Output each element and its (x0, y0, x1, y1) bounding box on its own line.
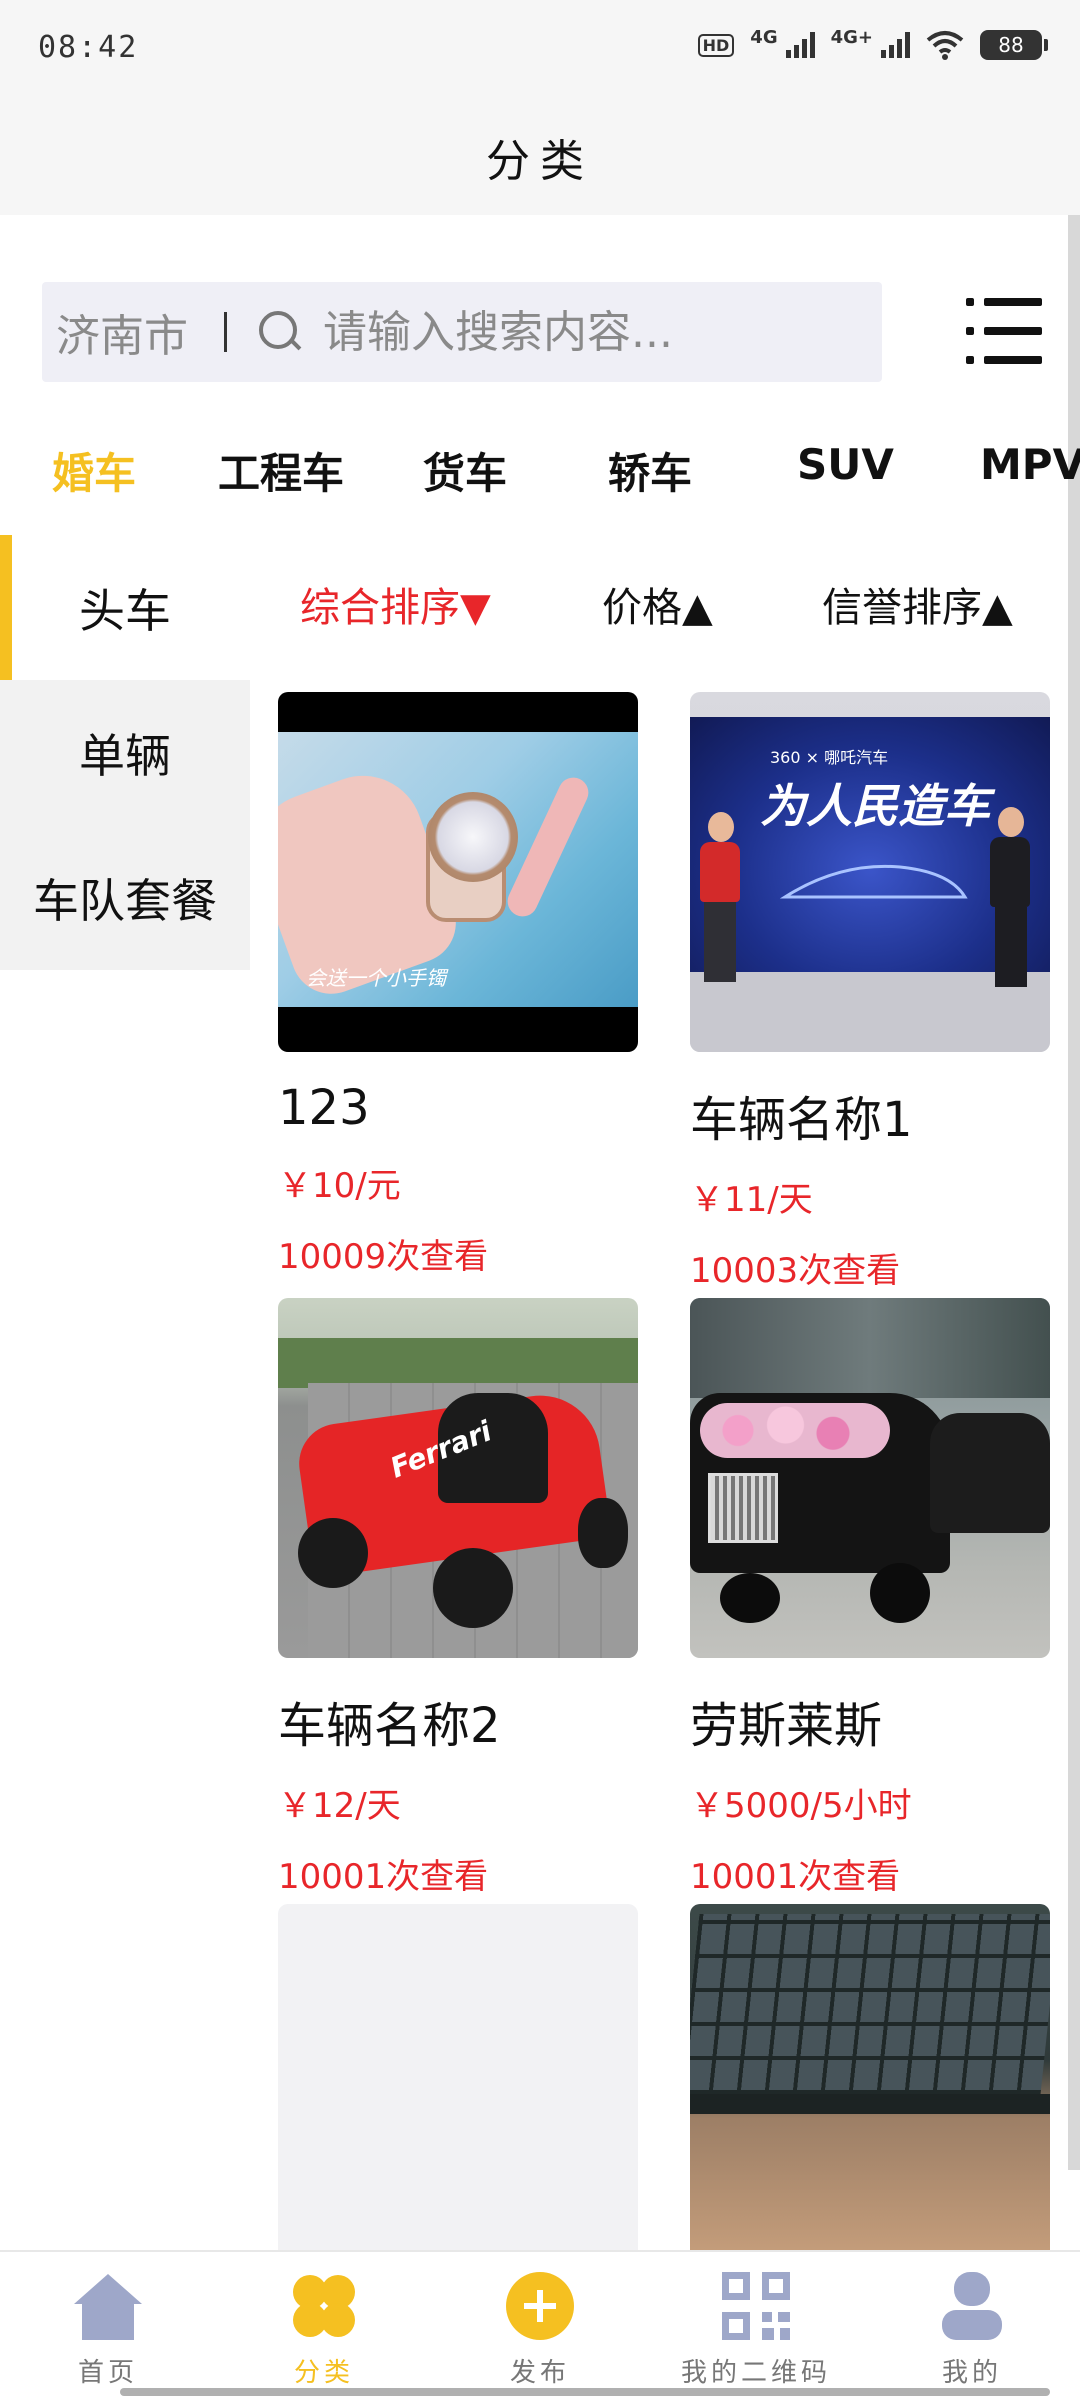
tab-engineering-vehicle[interactable]: 工程车 (218, 440, 344, 501)
nav-label: 发布 (509, 2358, 570, 2388)
product-image[interactable] (690, 1298, 1050, 1658)
product-image[interactable]: 360 × 哪吒汽车 为人民造车 (690, 692, 1050, 1052)
nav-label: 我的 (941, 2358, 1002, 2388)
list-menu-icon[interactable] (966, 298, 1042, 364)
subnav-item-fleet-package[interactable]: 车队套餐 (0, 825, 250, 970)
nav-item-mine[interactable]: 我的 (864, 2252, 1080, 2400)
product-price: ￥5000/5小时 (690, 1786, 912, 1826)
qr-code-icon (722, 2272, 790, 2340)
page-title: 分类 (486, 136, 594, 187)
product-name: 123 (278, 1080, 370, 1136)
nav-label: 我的二维码 (680, 2358, 831, 2388)
nav-label: 分类 (293, 2358, 354, 2388)
product-image[interactable]: 会送一个小手镯 (278, 692, 638, 1052)
scrollbar[interactable] (1068, 215, 1080, 2170)
product-card[interactable]: 劳斯莱斯 ￥5000/5小时 10001次查看 (690, 1298, 1050, 1898)
home-indicator[interactable] (120, 2388, 1050, 2396)
search-input[interactable] (323, 306, 823, 358)
image-slogan: 为人民造车 (760, 779, 990, 833)
product-name: 劳斯莱斯 (690, 1698, 883, 1754)
nav-item-publish[interactable]: 发布 (432, 2252, 648, 2400)
tab-wedding-car[interactable]: 婚车 (52, 440, 136, 501)
product-image[interactable] (690, 1904, 1050, 2250)
image-caption: 会送一个小手镯 (306, 966, 446, 990)
product-card[interactable] (278, 1904, 638, 2250)
product-price: ￥10/元 (278, 1166, 401, 1206)
wifi-icon (926, 31, 964, 60)
bottom-nav: 首页 分类 发布 我的二维码 我的 (0, 2250, 1080, 2400)
sort-price[interactable]: 价格▲ (602, 575, 713, 633)
subnav-item-lead-car[interactable]: 头车 (0, 535, 250, 680)
hd-icon: HD (697, 33, 735, 57)
sort-comprehensive[interactable]: 综合排序▼ (300, 575, 491, 633)
product-image-placeholder[interactable] (278, 1904, 638, 2250)
product-price: ￥11/天 (690, 1180, 813, 1220)
user-icon (942, 2272, 1002, 2340)
sort-reputation[interactable]: 信誉排序▲ (822, 575, 1013, 633)
product-views: 10003次查看 (690, 1251, 901, 1291)
signal-icon-2 (881, 32, 910, 58)
title-bar: 分类 (0, 100, 1080, 215)
category-tabs: 婚车 工程车 货车 轿车 SUV MPV (0, 440, 1080, 520)
product-image[interactable]: Ferrari (278, 1298, 638, 1658)
home-icon (74, 2274, 142, 2340)
image-brand: 360 × 哪吒汽车 (770, 748, 889, 767)
product-views: 10001次查看 (278, 1857, 489, 1897)
product-price: ￥12/天 (278, 1786, 401, 1826)
product-card[interactable]: 360 × 哪吒汽车 为人民造车 车辆名称1 ￥11/天 10003次查看 (690, 692, 1050, 1292)
search-divider (224, 312, 227, 352)
category-icon (293, 2275, 355, 2337)
product-card[interactable]: 会送一个小手镯 123 ￥10/元 10009次查看 (278, 692, 638, 1278)
product-views: 10009次查看 (278, 1237, 489, 1277)
product-card[interactable] (690, 1904, 1050, 2250)
product-views: 10001次查看 (690, 1857, 901, 1897)
signal-icon (785, 32, 815, 58)
battery-icon: 88 (980, 30, 1048, 60)
product-card[interactable]: Ferrari 车辆名称2 ￥12/天 10001次查看 (278, 1298, 638, 1898)
sub-category-nav: 头车 单辆 车队套餐 (0, 535, 250, 970)
search-bar[interactable]: 济南市 (42, 282, 882, 382)
nav-item-qr-code[interactable]: 我的二维码 (648, 2252, 864, 2400)
plus-circle-icon (506, 2272, 574, 2340)
status-time: 08:42 (38, 30, 139, 65)
nav-label: 首页 (77, 2358, 138, 2388)
search-icon (255, 307, 305, 357)
car-outline-graphic (780, 864, 968, 899)
tab-truck[interactable]: 货车 (423, 440, 507, 501)
tab-sedan[interactable]: 轿车 (608, 440, 692, 501)
status-icons: HD 4G 4G+ 88 (697, 26, 1048, 60)
nav-item-category[interactable]: 分类 (216, 2252, 432, 2400)
city-selector[interactable]: 济南市 (56, 300, 188, 364)
nav-item-home[interactable]: 首页 (0, 2252, 216, 2400)
tab-mpv[interactable]: MPV (980, 440, 1080, 489)
network-label-2: 4G+ (830, 26, 873, 48)
network-label-1: 4G (750, 26, 778, 48)
status-bar: 08:42 HD 4G 4G+ 88 (0, 0, 1080, 100)
product-name: 车辆名称1 (690, 1092, 913, 1148)
tab-suv[interactable]: SUV (797, 440, 894, 489)
product-name: 车辆名称2 (278, 1698, 501, 1754)
subnav-item-single[interactable]: 单辆 (0, 680, 250, 825)
